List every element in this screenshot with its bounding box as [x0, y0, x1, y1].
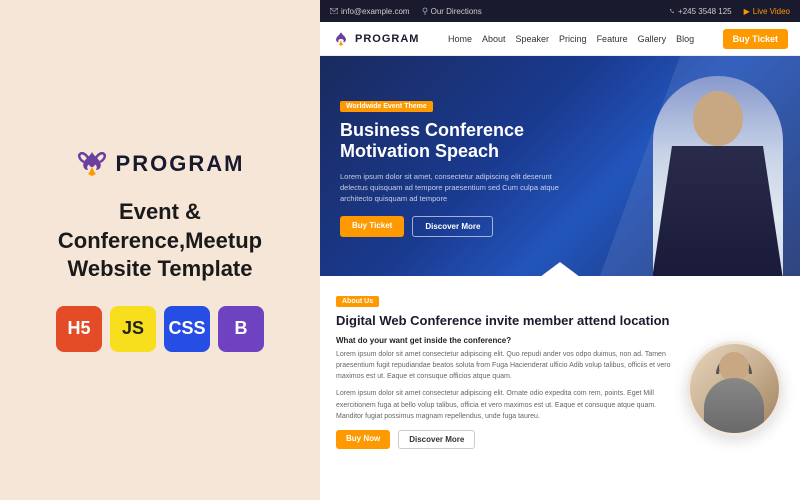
about-discover-more-button[interactable]: Discover More [398, 430, 475, 449]
nav-pricing[interactable]: Pricing [559, 34, 587, 44]
top-bar: info@example.com Our Directions +245 354… [320, 0, 800, 22]
js-badge: JS [110, 306, 156, 352]
directions-link[interactable]: Our Directions [422, 7, 482, 16]
phone-link[interactable]: +245 3548 125 [669, 7, 732, 16]
nav-brand-name: PROGRAM [355, 33, 419, 45]
about-desc-2: Lorem ipsum dolor sit amet consectetur a… [336, 388, 672, 422]
nav-buy-ticket-button[interactable]: Buy Ticket [723, 29, 788, 49]
nav-about[interactable]: About [482, 34, 506, 44]
about-desc-1: Lorem ipsum dolor sit amet consectetur a… [336, 349, 672, 383]
about-buttons: Buy Now Discover More [336, 430, 672, 449]
nav-speaker[interactable]: Speaker [516, 34, 550, 44]
hero-description: Lorem ipsum dolor sit amet, consectetur … [340, 171, 560, 205]
bootstrap-badge: B [218, 306, 264, 352]
right-panel: info@example.com Our Directions +245 354… [320, 0, 800, 500]
about-label: About Us [336, 296, 379, 307]
about-person-body [704, 378, 764, 436]
top-bar-right: +245 3548 125 ▶ Live Video [669, 7, 790, 16]
main-nav: PROGRAM Home About Speaker Pricing Featu… [320, 22, 800, 56]
nav-blog[interactable]: Blog [676, 34, 694, 44]
hero-person-image [645, 66, 790, 276]
nav-logo: PROGRAM [332, 30, 419, 48]
hero-buy-ticket-button[interactable]: Buy Ticket [340, 216, 404, 237]
left-panel: PROGRAM Event & Conference,Meetup Websit… [0, 0, 320, 500]
nav-gallery[interactable]: Gallery [638, 34, 667, 44]
person-suit [653, 146, 783, 276]
person-head [693, 91, 743, 146]
live-video-link[interactable]: ▶ Live Video [744, 7, 790, 16]
about-buy-now-button[interactable]: Buy Now [336, 430, 390, 449]
brand-name: PROGRAM [116, 151, 245, 177]
top-bar-left: info@example.com Our Directions [330, 7, 482, 16]
brand-logo: PROGRAM [76, 148, 245, 180]
email-link[interactable]: info@example.com [330, 7, 410, 16]
hero-label: Worldwide Event Theme [340, 101, 433, 112]
tech-badges: H5 JS CSS B [56, 306, 264, 352]
about-content: About Us Digital Web Conference invite m… [336, 290, 672, 486]
about-question: What do your want get inside the confere… [336, 336, 672, 345]
hero-discover-more-button[interactable]: Discover More [412, 216, 493, 237]
tagline: Event & Conference,Meetup Website Templa… [30, 198, 290, 284]
about-title: Digital Web Conference invite member att… [336, 313, 672, 330]
nav-feature[interactable]: Feature [597, 34, 628, 44]
about-person-circle [687, 341, 782, 436]
nav-home[interactable]: Home [448, 34, 472, 44]
html-badge: H5 [56, 306, 102, 352]
hero-section: Worldwide Event Theme Business Conferenc… [320, 56, 800, 276]
about-section: About Us Digital Web Conference invite m… [320, 276, 800, 500]
person-silhouette [653, 76, 783, 276]
fleur-icon [76, 148, 108, 180]
css-badge: CSS [164, 306, 210, 352]
nav-links: Home About Speaker Pricing Feature Galle… [448, 34, 694, 44]
about-person-image [684, 290, 784, 486]
